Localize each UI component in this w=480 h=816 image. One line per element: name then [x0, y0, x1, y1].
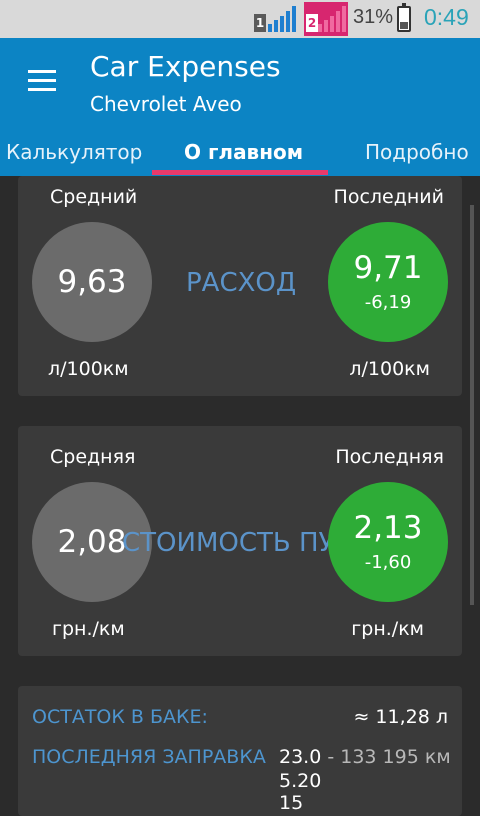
tank-remaining-value: ≈ 11,28 л [353, 706, 448, 728]
avg-label: Средняя [50, 446, 136, 468]
last-refuel-odometer: - 133 195 км [321, 746, 451, 768]
tank-remaining-label: ОСТАТОК В БАКЕ: [32, 706, 208, 728]
battery-icon [397, 3, 411, 32]
avg-unit: грн./км [52, 618, 125, 640]
avg-unit: л/100км [48, 358, 129, 380]
tab-bar: Калькулятор О главном Подробно [0, 130, 480, 176]
tab-indicator [152, 170, 328, 175]
last-consumption-value: 9,71 [353, 250, 423, 286]
signal-strength-icon [318, 6, 346, 32]
scrollbar[interactable] [470, 205, 474, 605]
last-refuel-label: ПОСЛЕДНЯЯ ЗАПРАВКА [32, 746, 266, 768]
hamburger-menu-icon[interactable] [28, 70, 56, 97]
app-bar: Car Expenses Chevrolet Aveo [0, 38, 480, 130]
clock: 0:49 [424, 4, 469, 30]
tab-details[interactable]: Подробно [365, 140, 469, 164]
sim2-badge: 2 [306, 14, 318, 32]
avg-consumption-circle: 9,63 [32, 222, 152, 342]
last-consumption-circle: 9,71 -6,19 [328, 222, 448, 342]
avg-consumption-value: 9,63 [57, 264, 127, 300]
last-refuel-line2: 5.20 [279, 770, 322, 792]
last-refuel-line3: 15 [279, 792, 304, 814]
battery-percent: 31% [353, 6, 394, 28]
sim1-badge: 1 [254, 14, 266, 32]
avg-label: Средний [50, 186, 138, 208]
app-title: Car Expenses [90, 50, 281, 83]
tab-calculator[interactable]: Калькулятор [6, 140, 142, 164]
last-cost-circle: 2,13 -1,60 [328, 482, 448, 602]
trip-cost-card[interactable]: Средняя Последняя 2,08 СТОИМОСТЬ ПУТИ 2,… [18, 426, 462, 656]
consumption-card[interactable]: Средний Последний 9,63 РАСХОД 9,71 -6,19… [18, 176, 462, 396]
last-cost-delta: -1,60 [364, 552, 412, 573]
signal-strength-icon [268, 6, 296, 32]
last-label: Последний [333, 186, 444, 208]
last-refuel-date: 23.0 [279, 746, 322, 768]
last-refuel-value: 23.0 - 133 195 км [279, 746, 451, 768]
info-card[interactable]: ОСТАТОК В БАКЕ: ≈ 11,28 л ПОСЛЕДНЯЯ ЗАПР… [18, 686, 462, 816]
status-bar: 1 2 31% 0:49 [0, 0, 480, 38]
consumption-label: РАСХОД [186, 268, 297, 298]
tab-overview[interactable]: О главном [184, 140, 303, 164]
last-cost-value: 2,13 [353, 510, 423, 546]
last-label: Последняя [335, 446, 444, 468]
last-unit: грн./км [351, 618, 424, 640]
last-consumption-delta: -6,19 [364, 292, 412, 313]
app-subtitle: Chevrolet Aveo [90, 92, 242, 116]
last-unit: л/100км [349, 358, 430, 380]
